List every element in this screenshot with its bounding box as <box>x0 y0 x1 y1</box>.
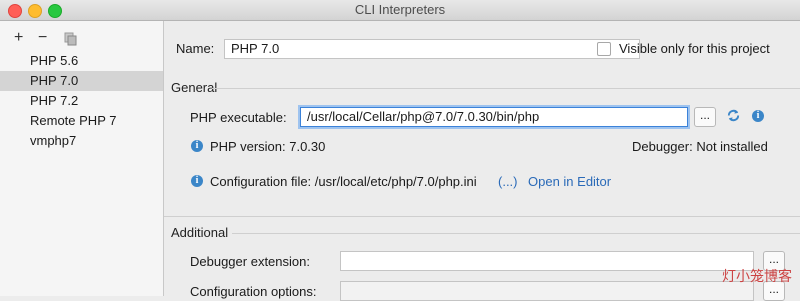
title-bar: CLI Interpreters <box>0 0 800 21</box>
name-label: Name: <box>176 41 215 56</box>
general-section-title: General <box>171 80 218 95</box>
debugger-status-text: Debugger: Not installed <box>632 139 768 154</box>
config-more-link[interactable]: (...) <box>498 174 518 189</box>
configuration-file-text: Configuration file: /usr/local/etc/php/7… <box>210 174 477 189</box>
additional-separator <box>232 233 800 234</box>
configuration-options-label: Configuration options: <box>190 284 317 299</box>
visible-only-label: Visible only for this project <box>619 41 770 56</box>
debugger-extension-label: Debugger extension: <box>190 254 310 269</box>
reload-icon[interactable] <box>726 108 741 126</box>
info-icon: i <box>191 140 203 152</box>
section-divider <box>164 216 800 217</box>
interpreter-item[interactable]: PHP 7.2 <box>0 91 163 111</box>
window-title: CLI Interpreters <box>354 2 446 17</box>
interpreter-settings-panel: Name: PHP 7.0 Visible only for this proj… <box>164 21 800 301</box>
interpreter-item[interactable]: Remote PHP 7 <box>0 111 163 131</box>
info-icon: i <box>191 175 203 187</box>
php-version-text: PHP version: 7.0.30 <box>210 139 326 154</box>
visible-only-checkbox[interactable] <box>597 42 611 56</box>
interpreter-item-selected[interactable]: PHP 7.0 <box>0 71 163 91</box>
interpreter-item[interactable]: PHP 5.6 <box>0 51 163 71</box>
general-separator <box>212 88 800 89</box>
open-in-editor-link[interactable]: Open in Editor <box>528 174 611 189</box>
watermark: 灯小笼博客 <box>722 268 792 284</box>
php-executable-input[interactable]: /usr/local/Cellar/php@7.0/7.0.30/bin/php <box>300 107 688 127</box>
add-interpreter-button[interactable]: + <box>14 30 23 46</box>
browse-executable-button[interactable]: ... <box>694 107 716 127</box>
name-field[interactable]: PHP 7.0 <box>224 39 640 59</box>
configuration-options-input[interactable] <box>340 281 754 301</box>
debugger-extension-input[interactable] <box>340 251 754 271</box>
remove-interpreter-button[interactable]: − <box>38 30 47 46</box>
php-executable-label: PHP executable: <box>190 110 287 125</box>
copy-icon[interactable] <box>64 32 78 49</box>
sidebar: + − PHP 5.6 PHP 7.0 PHP 7.2 Remote PHP 7… <box>0 21 164 296</box>
interpreter-list: PHP 5.6 PHP 7.0 PHP 7.2 Remote PHP 7 vmp… <box>0 51 163 151</box>
additional-section-title: Additional <box>171 225 229 240</box>
info-icon[interactable]: i <box>752 110 764 122</box>
interpreter-item[interactable]: vmphp7 <box>0 131 163 151</box>
